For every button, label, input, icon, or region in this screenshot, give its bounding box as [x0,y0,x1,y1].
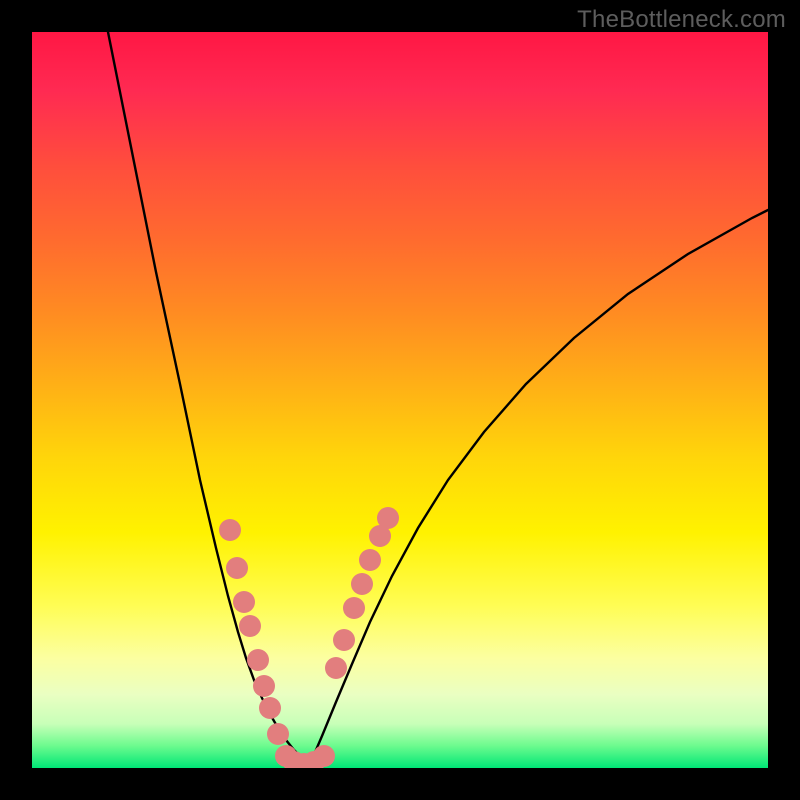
data-marker [259,697,281,719]
left-curve [108,32,310,764]
data-marker [247,649,269,671]
data-marker [239,615,261,637]
watermark-text: TheBottleneck.com [577,6,786,34]
right-curve [310,210,768,764]
data-marker [333,629,355,651]
data-marker [377,507,399,529]
data-marker [313,745,335,767]
data-marker [359,549,381,571]
data-marker [343,597,365,619]
data-marker [351,573,373,595]
marker-group [219,507,399,768]
data-marker [325,657,347,679]
data-marker [226,557,248,579]
data-marker [233,591,255,613]
data-marker [267,723,289,745]
data-marker [219,519,241,541]
outer-frame: TheBottleneck.com [0,0,800,800]
chart-svg [32,32,768,768]
data-marker [253,675,275,697]
plot-area [32,32,768,768]
